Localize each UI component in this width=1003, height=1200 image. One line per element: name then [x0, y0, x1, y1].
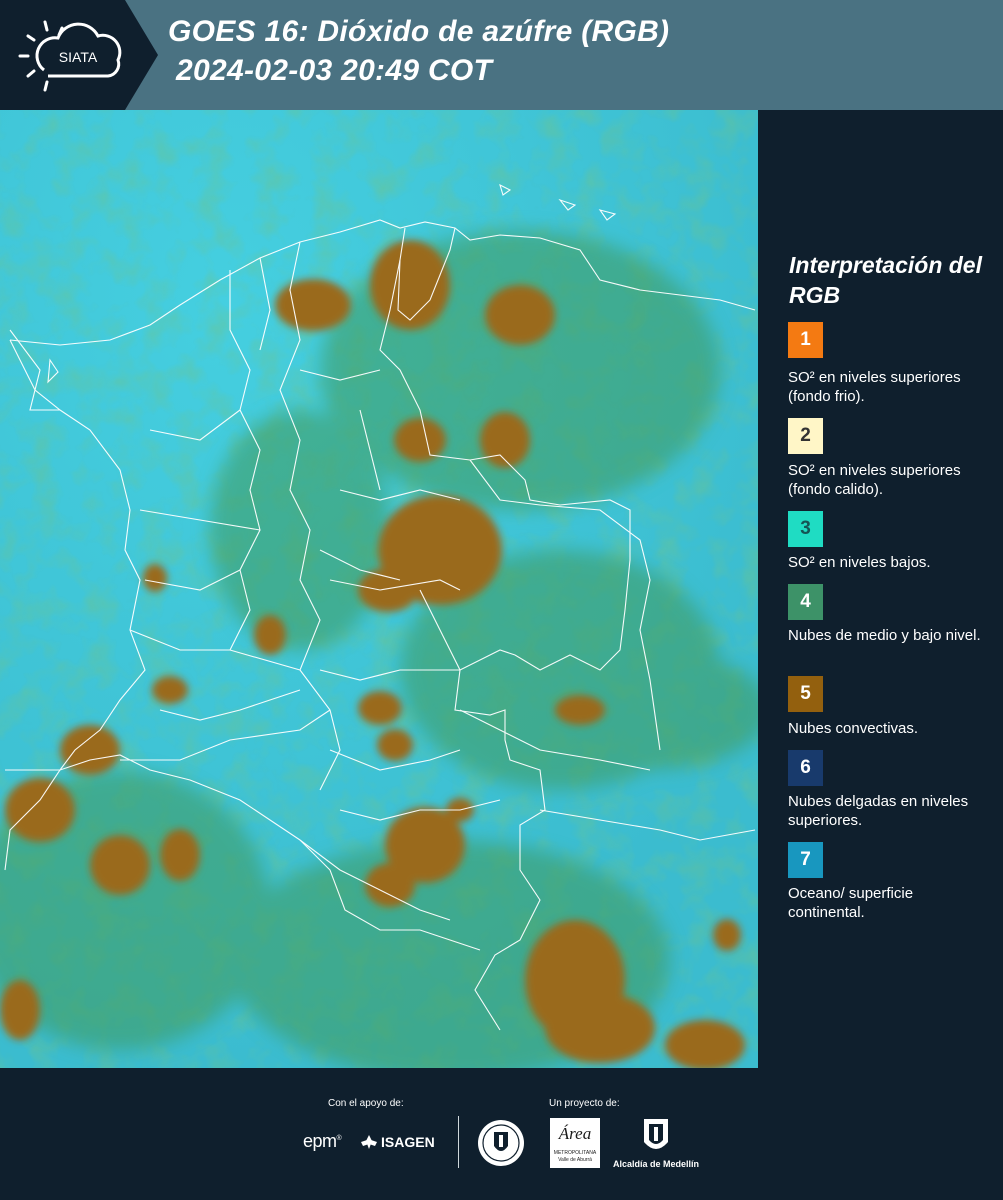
legend-swatch-7: 7 [788, 842, 823, 878]
legend-label-7: Oceano/ superficie continental. [788, 885, 914, 921]
support-label: Con el apoyo de: [328, 1098, 404, 1109]
page-title-product: GOES 16: Dióxido de azúfre (RGB) [168, 15, 670, 48]
legend-swatch-2: 2 [788, 418, 823, 454]
footer-divider [458, 1116, 459, 1168]
footer: Con el apoyo de: Un proyecto de: epm® IS… [0, 1068, 1003, 1200]
rgb-legend: Interpretación del RGB 1 SO² en niveles … [758, 110, 1003, 1068]
legend-title: Interpretación del RGB [789, 252, 982, 308]
area-logo-text: Área [558, 1124, 592, 1143]
legend-swatch-5: 5 [788, 676, 823, 712]
alcaldia-logo-text: Alcaldía de Medellín [613, 1159, 700, 1169]
legend-swatch-3: 3 [788, 511, 823, 547]
legend-label-4: Nubes de medio y bajo nivel. [788, 627, 981, 644]
satellite-map [0, 110, 758, 1068]
legend-swatch-4: 4 [788, 584, 823, 620]
siata-logo: SIATA [18, 20, 122, 92]
area-metropolitana-logo: Área METROPOLITANA Valle de Aburrá [550, 1118, 600, 1168]
area-logo-subtitle: METROPOLITANA [553, 1150, 597, 1156]
legend-label-5: Nubes convectivas. [788, 720, 919, 737]
page-title-timestamp: 2024-02-03 20:49 COT [176, 54, 493, 87]
legend-swatch-6: 6 [788, 750, 823, 786]
isagen-logo: ISAGEN [360, 1134, 435, 1150]
legend-swatch-1: 1 [788, 322, 823, 358]
area-logo-subtitle-2: Valle de Aburrá [558, 1157, 592, 1163]
legend-label-1: SO² en niveles superiores (fondo frio). [788, 369, 961, 405]
epm-logo-text: epm [303, 1131, 337, 1151]
siata-logo-text: SIATA [59, 49, 98, 65]
satellite-map-image [0, 110, 758, 1068]
legend-label-2: SO² en niveles superiores (fondo calido)… [788, 462, 961, 498]
legend-label-3: SO² en niveles bajos. [788, 554, 931, 571]
project-label: Un proyecto de: [549, 1098, 620, 1109]
alcaldia-shield-icon [644, 1119, 668, 1149]
medellin-seal-icon [478, 1120, 524, 1166]
header-bar: SIATA GOES 16: Dióxido de azúfre (RGB) 2… [0, 0, 1003, 110]
isagen-logo-text: ISAGEN [381, 1134, 435, 1150]
isagen-icon [361, 1135, 377, 1149]
legend-label-6: Nubes delgadas en niveles superiores. [788, 793, 969, 829]
epm-logo: epm® [303, 1131, 342, 1151]
